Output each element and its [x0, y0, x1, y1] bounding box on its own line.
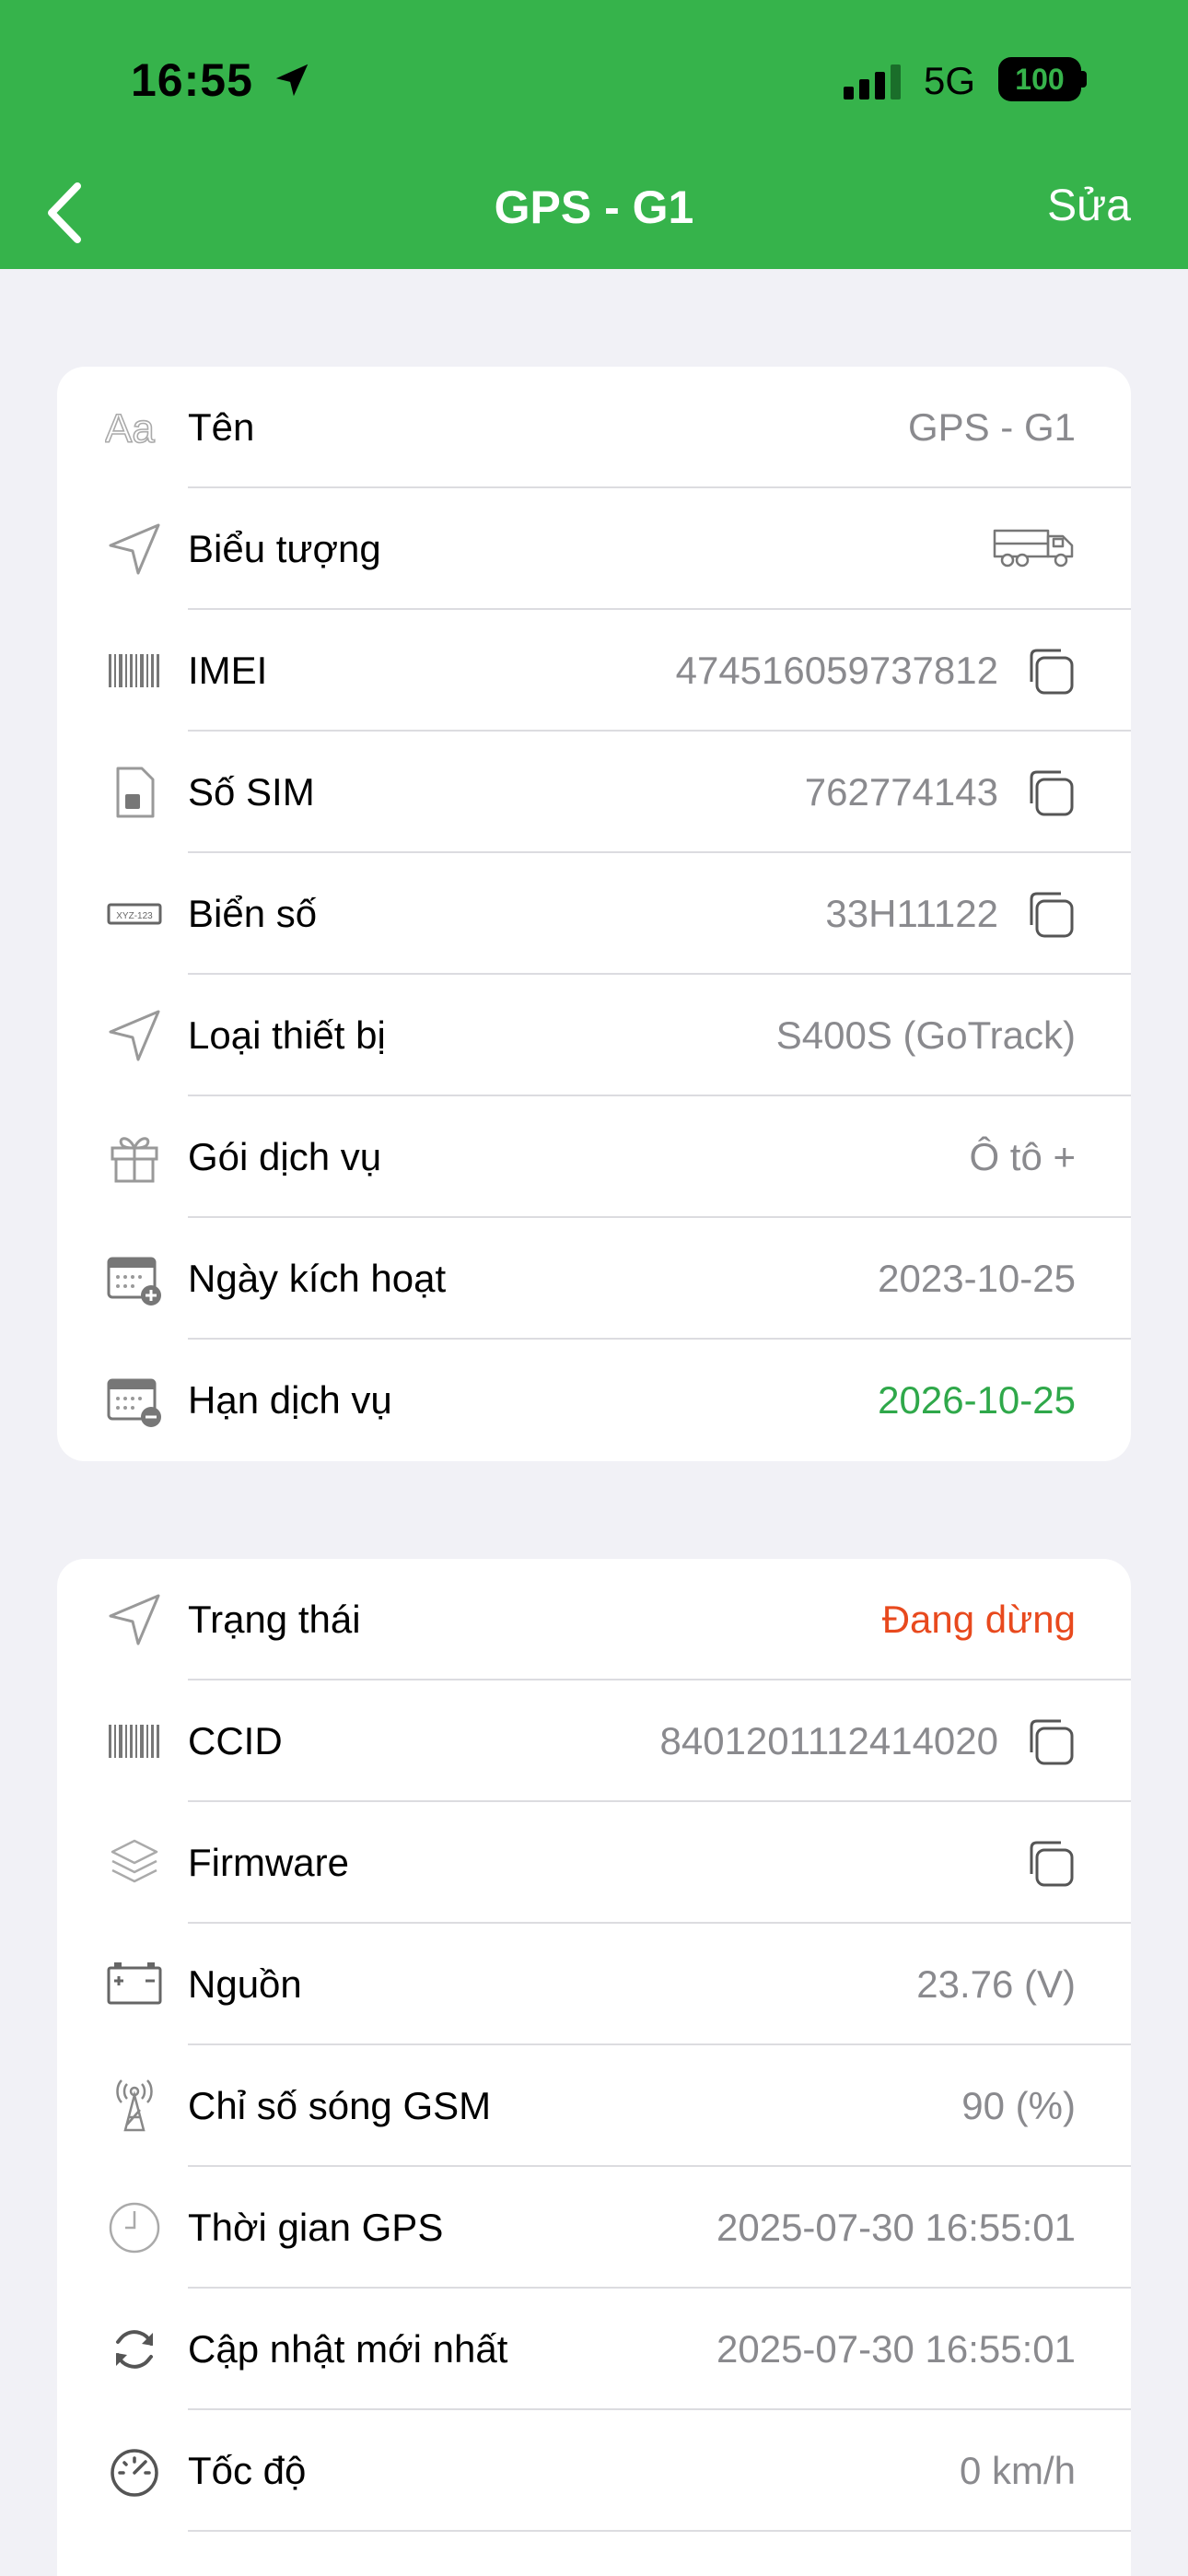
- row-label: Tốc độ: [188, 2449, 307, 2492]
- signal-icon: [844, 64, 901, 100]
- info-row: Nguồn 23.76 (V): [57, 1924, 1131, 2045]
- row-value: 2026-10-25: [878, 1378, 1076, 1422]
- copy-icon[interactable]: [1024, 645, 1076, 697]
- truck-icon[interactable]: [993, 523, 1076, 569]
- row-label: Biển số: [188, 892, 318, 935]
- header: 16:55 5G 100 GPS - G1 Sửa: [0, 0, 1188, 269]
- info-row: XYZ-123 Biển số 33H11122: [57, 853, 1131, 975]
- info-row: Hạn dịch vụ 2026-10-25: [57, 1340, 1131, 1461]
- copy-icon[interactable]: [1024, 1715, 1076, 1767]
- row-value: Đang dừng: [881, 1598, 1076, 1641]
- license-plate-icon: XYZ-123: [105, 884, 164, 943]
- row-label: Loại thiết bị: [188, 1013, 386, 1057]
- location-arrow-icon: [275, 64, 309, 97]
- barcode-icon: [105, 1712, 164, 1771]
- row-value: 8401201112414020: [659, 1719, 999, 1762]
- row-label: IMEI: [188, 649, 268, 692]
- row-value: S400S (GoTrack): [775, 1013, 1076, 1057]
- network-label: 5G: [924, 59, 976, 102]
- info-row: Trạng thái Đang dừng: [57, 1559, 1131, 1680]
- row-label: Cập nhật mới nhất: [188, 2327, 508, 2371]
- battery-indicator: 100: [998, 57, 1081, 101]
- info-row: Ngày kích hoạt 2023-10-25: [57, 1218, 1131, 1340]
- info-row: Số SIM 762774143: [57, 732, 1131, 853]
- edit-button[interactable]: Sửa: [1047, 181, 1131, 231]
- row-label: Hạn dịch vụ: [188, 1378, 392, 1422]
- row-value: 474516059737812: [675, 649, 998, 692]
- row-label: Firmware: [188, 1841, 349, 1884]
- battery-icon: [105, 1955, 164, 2014]
- row-value: 90 (%): [961, 2084, 1076, 2127]
- row-value: 0 km/h: [959, 2449, 1076, 2492]
- row-label: Trạng thái: [188, 1598, 361, 1641]
- gift-icon: [105, 1128, 164, 1187]
- info-row: IMEI 474516059737812: [57, 610, 1131, 732]
- sim-card-icon: [105, 763, 164, 822]
- row-label: Số SIM: [188, 770, 315, 814]
- row-label: CCID: [188, 1719, 283, 1762]
- row-label: Tên: [188, 405, 255, 449]
- battery-cap: [1081, 71, 1087, 88]
- info-row: Tốc độ 0 km/h: [57, 2410, 1131, 2532]
- page-title: GPS - G1: [494, 181, 694, 233]
- row-value: 2025-07-30 16:55:01: [716, 2206, 1076, 2249]
- row-value: 762774143: [804, 770, 998, 814]
- row-value: GPS - G1: [907, 405, 1076, 449]
- row-label: Nguồn: [188, 1962, 302, 2006]
- font-aa-icon: Aa: [105, 398, 164, 457]
- svg-text:Aa: Aa: [105, 406, 155, 451]
- row-value: 33H11122: [825, 892, 998, 935]
- clock-icon: [105, 2198, 164, 2257]
- antenna-icon: [105, 2077, 164, 2136]
- row-label: Chỉ số sóng GSM: [188, 2084, 492, 2127]
- calendar-remove-icon: [105, 1371, 164, 1430]
- info-row: Cập nhật mới nhất 2025-07-30 16:55:01: [57, 2289, 1131, 2410]
- device-info-card: Aa Tên GPS - G1 Biểu tượng IMEI 4745160597378…: [57, 367, 1131, 1461]
- copy-icon[interactable]: [1024, 888, 1076, 940]
- row-value: 23.76 (V): [916, 1962, 1076, 2006]
- row-label: Thời gian GPS: [188, 2206, 444, 2249]
- row-value: 2025-07-30 16:55:01: [716, 2327, 1076, 2371]
- row-value: 2023-10-25: [878, 1257, 1076, 1300]
- navigation-arrow-icon: [105, 1006, 164, 1065]
- info-row: Aa Tên GPS - G1: [57, 367, 1131, 488]
- info-row: Chỉ số sóng GSM 90 (%): [57, 2045, 1131, 2167]
- status-time: 16:55: [131, 54, 253, 106]
- copy-icon[interactable]: [1024, 767, 1076, 818]
- svg-text:XYZ-123: XYZ-123: [116, 911, 153, 921]
- info-row: Biểu tượng: [57, 488, 1131, 610]
- info-row: CCID 8401201112414020: [57, 1680, 1131, 1802]
- layers-icon: [105, 1833, 164, 1892]
- speedometer-icon: [105, 2441, 164, 2500]
- barcode-icon: [105, 641, 164, 700]
- navigation-arrow-icon: [105, 520, 164, 579]
- info-row: Thời gian GPS 2025-07-30 16:55:01: [57, 2167, 1131, 2289]
- status-info-card: Trạng thái Đang dừng CCID 8401201112414020 F…: [57, 1559, 1131, 2576]
- row-label: Ngày kích hoạt: [188, 1257, 447, 1300]
- navigation-arrow-icon: [105, 1590, 164, 1649]
- info-row: Loại thiết bị S400S (GoTrack): [57, 975, 1131, 1096]
- row-label: Biểu tượng: [188, 527, 381, 570]
- info-row: Gói dịch vụ Ô tô +: [57, 1096, 1131, 1218]
- refresh-icon: [105, 2320, 164, 2379]
- info-row: Firmware: [57, 1802, 1131, 1924]
- row-divider: [188, 2530, 1131, 2532]
- row-label: Gói dịch vụ: [188, 1135, 382, 1178]
- copy-icon[interactable]: [1024, 1837, 1076, 1889]
- calendar-add-icon: [105, 1249, 164, 1308]
- row-value: Ô tô +: [969, 1135, 1076, 1178]
